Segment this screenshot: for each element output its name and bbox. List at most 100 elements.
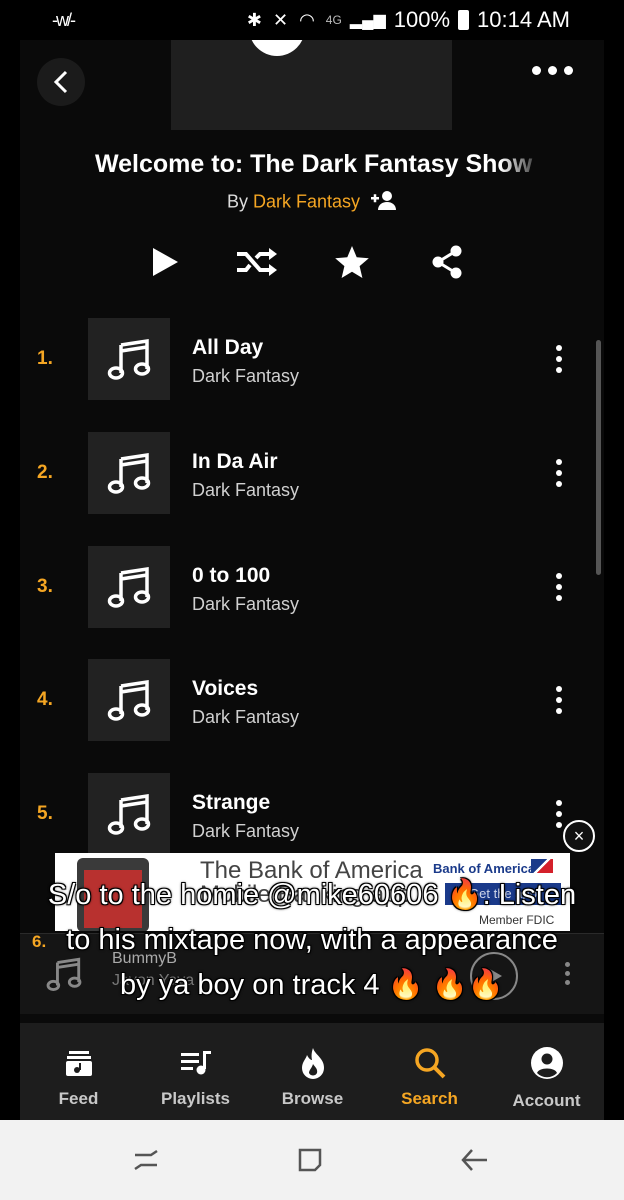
play-icon [153, 248, 178, 276]
back-arrow-icon [461, 1149, 487, 1171]
nav-label: Playlists [161, 1089, 230, 1108]
dot-icon [556, 367, 562, 373]
music-note-icon [107, 452, 151, 494]
back-nav-button[interactable] [456, 1142, 492, 1178]
track-number: 1. [37, 348, 53, 369]
nav-feed[interactable]: Feed [20, 1023, 137, 1120]
track-row[interactable]: 1. All Day Dark Fantasy [20, 318, 604, 400]
caption-line: by ya boy on track 4 🔥 🔥🔥 [120, 969, 504, 1001]
track-title: Voices [192, 677, 259, 700]
artist-link[interactable]: Dark Fantasy [253, 191, 360, 211]
nav-label: Browse [281, 1089, 344, 1108]
cover-logo-shape [249, 40, 305, 56]
playlists-icon [137, 1045, 254, 1081]
track-title: 0 to 100 [192, 564, 271, 587]
dot-icon [556, 470, 562, 476]
dot-icon [556, 584, 562, 590]
dot-icon [556, 595, 562, 601]
music-note-icon [107, 338, 151, 380]
nav-label: Feed [58, 1089, 99, 1108]
track-number: 5. [37, 803, 53, 824]
track-art [88, 432, 170, 514]
track-number: 3. [37, 576, 53, 597]
track-artist: Dark Fantasy [192, 594, 300, 614]
favorite-button[interactable] [330, 240, 374, 284]
track-art [88, 773, 170, 855]
track-title: All Day [192, 336, 264, 359]
nav-label: Search [401, 1089, 458, 1108]
nav-browse[interactable]: Browse [254, 1023, 371, 1120]
caption-line: to his mixtape now, with a appearance [66, 924, 558, 956]
audio-activity-icon: -w/- [52, 9, 76, 30]
dot-icon [556, 800, 562, 806]
track-art [88, 318, 170, 400]
track-title: Strange [192, 791, 271, 814]
shuffle-icon [237, 248, 277, 276]
track-number: 4. [37, 689, 53, 710]
nav-label: Account [512, 1091, 581, 1110]
battery-icon [458, 10, 470, 30]
ad-close-button[interactable]: × [563, 820, 595, 852]
follow-user-icon[interactable] [369, 190, 397, 215]
share-button[interactable] [425, 240, 469, 284]
clock: 10:14 AM [477, 7, 570, 32]
caption-line: S/o to the homie @mike60606 🔥. Listen [47, 879, 577, 911]
account-icon [488, 1045, 605, 1081]
playlist-cover-art [171, 40, 452, 130]
track-more-options-button[interactable] [554, 459, 564, 487]
track-row[interactable]: 3. 0 to 100 Dark Fantasy [20, 546, 604, 628]
recent-apps-button[interactable] [128, 1142, 164, 1178]
music-note-icon [107, 679, 151, 721]
track-row[interactable]: 5. Strange Dark Fantasy [20, 773, 604, 855]
track-more-options-button[interactable] [554, 686, 564, 714]
share-icon [432, 245, 462, 279]
dot-icon [556, 822, 562, 828]
dot-icon [556, 573, 562, 579]
bluetooth-mute-wifi-icons: ✱ ✕ ◠ [246, 9, 318, 30]
dot-icon [564, 66, 573, 75]
play-button[interactable] [142, 240, 186, 284]
nav-account[interactable]: Account [488, 1023, 605, 1120]
ad-flag-logo-icon [531, 859, 553, 873]
dot-icon [556, 345, 562, 351]
playlist-actions [20, 240, 604, 284]
track-more-options-button[interactable] [554, 345, 564, 373]
home-button[interactable] [292, 1142, 328, 1178]
signal-bars-icon: ▂▄▆ [349, 12, 386, 29]
dot-icon [556, 686, 562, 692]
bottom-navigation: Feed Playlists Browse Search Account [20, 1023, 604, 1120]
track-artist: Dark Fantasy [192, 366, 300, 386]
recents-icon [134, 1149, 158, 1171]
status-bar: -w/- ✱ ✕ ◠ 4G ▂▄▆ 100% 10:14 AM [0, 0, 624, 40]
track-art [88, 546, 170, 628]
search-icon [371, 1045, 488, 1081]
battery-percent: 100% [393, 7, 451, 32]
track-row[interactable]: 2. In Da Air Dark Fantasy [20, 432, 604, 514]
more-options-button[interactable] [532, 66, 573, 75]
scrollbar[interactable] [596, 340, 601, 575]
dot-icon [556, 356, 562, 362]
track-number: 2. [37, 462, 53, 483]
track-title: In Da Air [192, 450, 278, 473]
track-artist: Dark Fantasy [192, 707, 300, 727]
shuffle-button[interactable] [235, 240, 279, 284]
playlist-title: Welcome to: The Dark Fantasy Show [95, 150, 533, 178]
dot-icon [556, 811, 562, 817]
nav-search[interactable]: Search [371, 1023, 488, 1120]
track-more-options-button[interactable] [554, 800, 564, 828]
dot-icon [532, 66, 541, 75]
track-artist: Dark Fantasy [192, 480, 300, 500]
dot-icon [556, 697, 562, 703]
back-button[interactable] [37, 58, 85, 106]
dot-icon [548, 66, 557, 75]
dot-icon [556, 459, 562, 465]
nav-playlists[interactable]: Playlists [137, 1023, 254, 1120]
browse-flame-icon [254, 1045, 371, 1081]
music-note-icon [107, 566, 151, 608]
dot-icon [556, 481, 562, 487]
track-more-options-button[interactable] [554, 573, 564, 601]
by-prefix: By [226, 191, 248, 212]
home-icon [298, 1148, 322, 1172]
music-note-icon [107, 793, 151, 835]
track-row[interactable]: 4. Voices Dark Fantasy [20, 659, 604, 741]
